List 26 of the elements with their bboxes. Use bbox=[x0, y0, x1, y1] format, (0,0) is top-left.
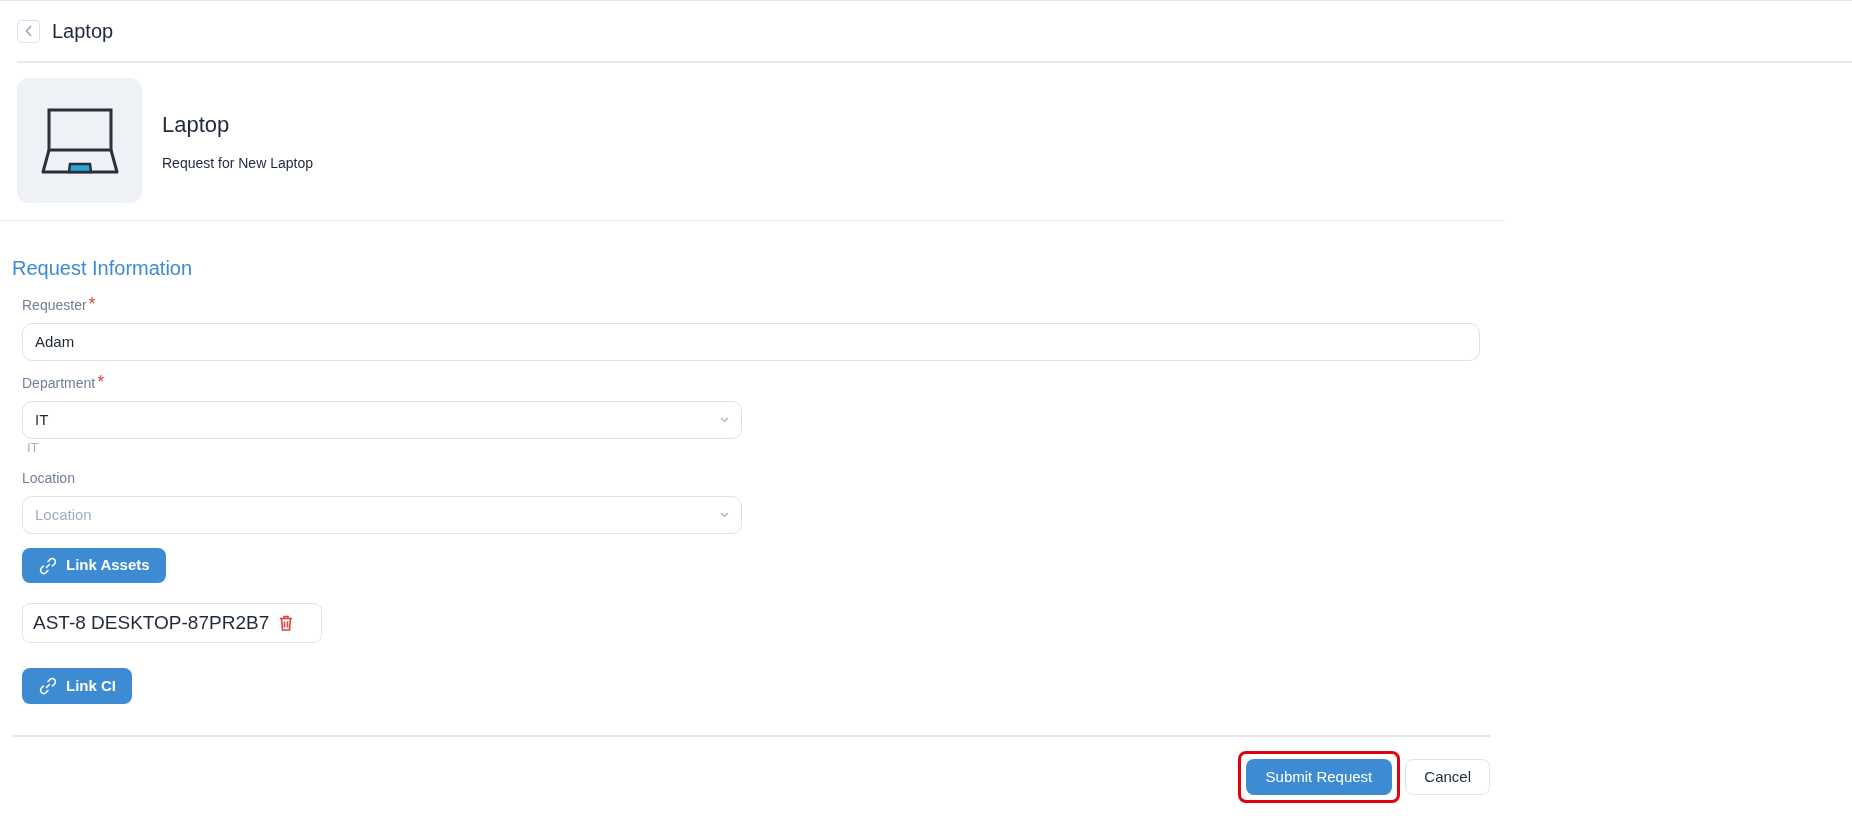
submit-button[interactable]: Submit Request bbox=[1245, 759, 1393, 795]
cancel-button[interactable]: Cancel bbox=[1405, 759, 1490, 795]
field-label: Department bbox=[22, 374, 96, 393]
item-title: Laptop bbox=[162, 110, 231, 139]
delete-button[interactable] bbox=[279, 615, 294, 631]
dropdown-field[interactable]: Location bbox=[22, 496, 742, 534]
item-description: Request for New Laptop bbox=[162, 153, 313, 173]
link-ci-button[interactable]: Link CI bbox=[22, 668, 132, 704]
chevron-down-icon bbox=[720, 417, 729, 423]
link-icon bbox=[38, 676, 58, 696]
link-icon bbox=[38, 555, 58, 576]
trash-icon bbox=[279, 615, 294, 631]
section-title: Request Information bbox=[12, 256, 194, 281]
input-field[interactable]: Adam bbox=[22, 323, 1480, 361]
chevron-down-icon bbox=[720, 512, 729, 518]
dropdown-field[interactable]: IT bbox=[22, 401, 742, 439]
required-asterisk: * bbox=[88, 295, 96, 313]
required-asterisk: * bbox=[97, 373, 105, 391]
asset-label: AST-8 DESKTOP-87PR2B7 bbox=[33, 610, 270, 635]
field-label: Location bbox=[22, 469, 75, 488]
field-hint: IT bbox=[26, 439, 40, 456]
chevron-left-icon bbox=[24, 25, 33, 37]
field-label: Requester bbox=[22, 296, 87, 315]
link-assets-button[interactable]: Link Assets bbox=[22, 548, 166, 583]
laptop-icon bbox=[40, 106, 119, 175]
page-title: Laptop bbox=[52, 19, 114, 44]
